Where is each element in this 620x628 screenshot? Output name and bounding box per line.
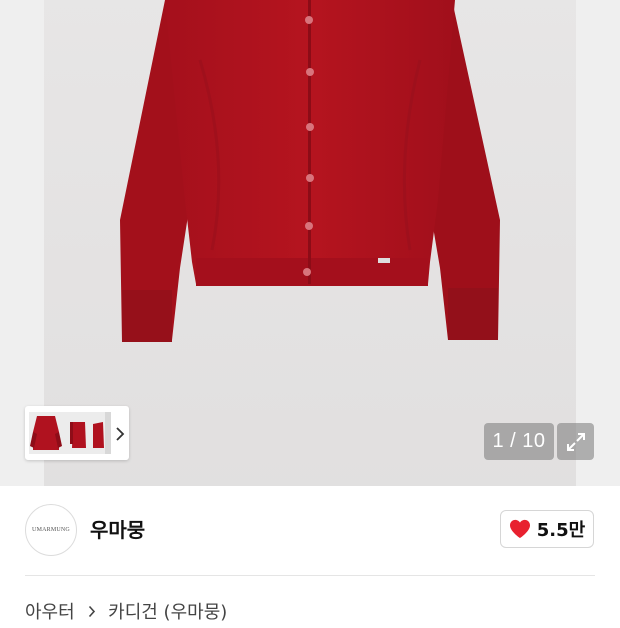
thumbnail-images[interactable] [29,412,111,454]
expand-button[interactable] [557,423,594,460]
store-name[interactable]: 우마뭉 [90,515,145,545]
divider [25,575,595,576]
chevron-right-icon [88,598,96,628]
store-logo-text: UMARMUNG [32,527,70,533]
heart-icon [509,519,530,539]
breadcrumb: 아우터 카디건 (우마뭉) [25,598,227,628]
product-image-gallery[interactable]: 1 / 10 [0,0,620,486]
like-count: 5.5만 [536,520,586,541]
store-logo[interactable]: UMARMUNG [25,504,77,556]
thumbnail-strip[interactable] [25,406,129,460]
expand-arrows-icon [566,432,585,451]
like-button[interactable]: 5.5만 [500,510,594,548]
chevron-right-icon[interactable] [111,420,125,444]
image-counter: 1 / 10 [484,423,554,460]
